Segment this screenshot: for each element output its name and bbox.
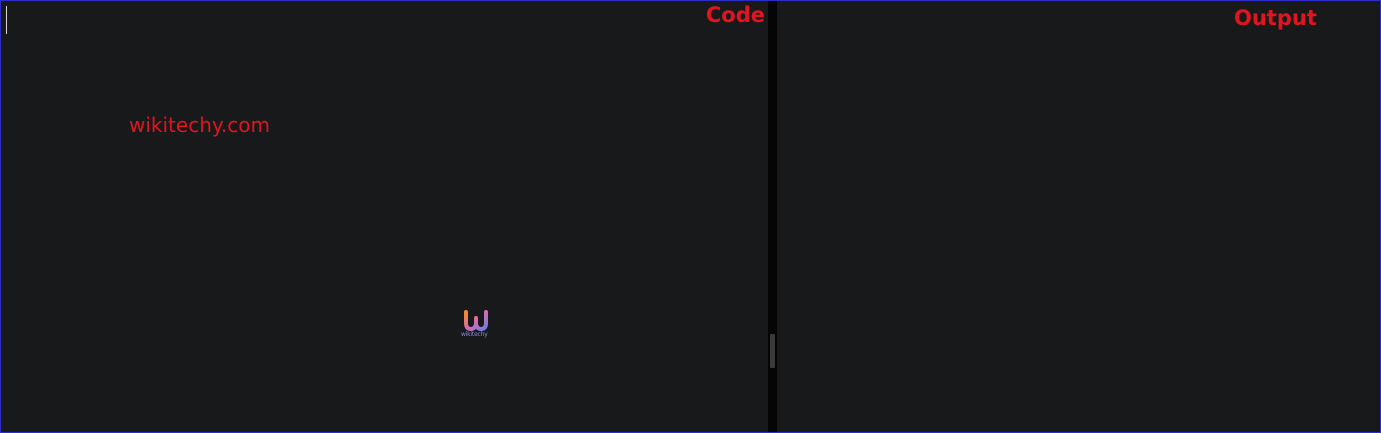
logo-w-mark xyxy=(464,310,488,331)
watermark-text: wikitechy.com xyxy=(129,113,270,137)
pane-splitter[interactable] xyxy=(768,1,777,432)
output-pane-label: Output xyxy=(1234,6,1317,30)
editor-window: Code wikitechy.com wikitechy Output xyxy=(0,0,1381,433)
splitter-grip-icon[interactable] xyxy=(770,334,775,368)
output-pane: Output xyxy=(777,1,1380,432)
text-caret xyxy=(6,6,7,34)
logo-text: wikitechy xyxy=(461,331,488,338)
wikitechy-logo-icon: wikitechy xyxy=(459,309,495,343)
code-pane[interactable]: Code wikitechy.com wikitechy xyxy=(1,1,768,432)
code-pane-label: Code xyxy=(705,3,765,27)
